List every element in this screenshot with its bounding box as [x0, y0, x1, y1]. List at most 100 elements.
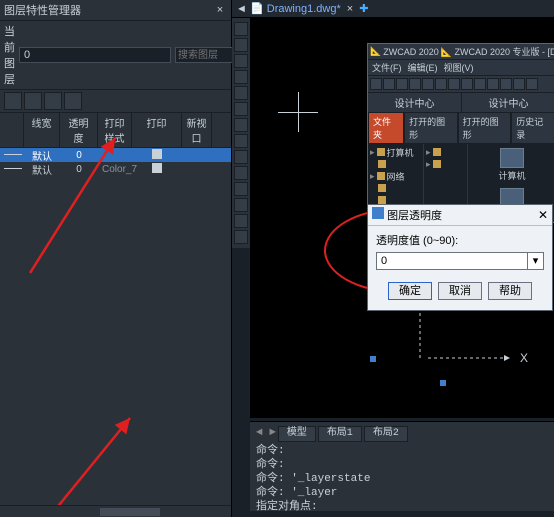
vtool-4[interactable] [234, 70, 248, 84]
panel-titlebar: 图层特性管理器 × [0, 0, 231, 21]
ztb[interactable] [513, 78, 525, 90]
folder-icon [378, 160, 386, 168]
cancel-button[interactable]: 取消 [438, 282, 482, 300]
col-newvp[interactable]: 新视口 [182, 113, 212, 147]
palette-tabs: 文件夹 打开的图形 打开的图形 历史记录 [368, 112, 554, 144]
line-swatch [4, 154, 22, 155]
zwin-toolbar [368, 76, 554, 93]
vtool-5[interactable] [234, 86, 248, 100]
col-transparency[interactable]: 透明度 [60, 113, 98, 147]
ztb[interactable] [474, 78, 486, 90]
filter-btn-3[interactable] [44, 92, 62, 110]
subtab-open2[interactable]: 打开的图形 [458, 112, 512, 144]
tab-model[interactable]: 模型 [278, 426, 316, 442]
cell-transparency: 0 [60, 164, 98, 175]
vtool-8[interactable] [234, 134, 248, 148]
ztb[interactable] [448, 78, 460, 90]
layer-toolbar: 当前图层 ⚙ [0, 21, 231, 90]
drawing-canvas[interactable]: 📐 ZWCAD 2020 📐 ZWCAD 2020 专业版 - [Drawing… [250, 18, 554, 418]
horizontal-scrollbar[interactable] [0, 505, 231, 517]
col-blank[interactable] [0, 113, 24, 147]
vtool-1[interactable] [234, 22, 248, 36]
cell-weight: 默认 [24, 148, 60, 163]
vtool-10[interactable] [234, 166, 248, 180]
grip-handle[interactable] [440, 380, 446, 386]
palette-title-2: 设计中心 [462, 93, 554, 112]
computer-icon [500, 148, 524, 168]
current-layer-combo[interactable] [19, 47, 171, 63]
cell-transparency: 0 [60, 150, 98, 161]
zwin-titlebar[interactable]: 📐 ZWCAD 2020 📐 ZWCAD 2020 专业版 - [Drawing… [368, 44, 554, 60]
ztb[interactable] [370, 78, 382, 90]
vtool-13[interactable] [234, 214, 248, 228]
table-row[interactable]: 默认 0 [0, 148, 231, 162]
grip-handle[interactable] [370, 356, 376, 362]
ztb[interactable] [500, 78, 512, 90]
x-axis-label: X [520, 351, 528, 365]
vtool-14[interactable] [234, 230, 248, 244]
dropdown-icon[interactable]: ▾ [527, 253, 543, 269]
scrollbar-thumb[interactable] [100, 508, 160, 516]
vtool-3[interactable] [234, 54, 248, 68]
menu-edit[interactable]: 编辑(E) [408, 61, 438, 74]
subtab-open[interactable]: 打开的图形 [404, 112, 458, 144]
dialog-icon [372, 207, 384, 219]
tab-layout1[interactable]: 布局1 [318, 426, 362, 442]
filter-btn-4[interactable] [64, 92, 82, 110]
menu-file[interactable]: 文件(F) [372, 61, 402, 74]
cmd-line: 命令: '_layer [256, 486, 548, 500]
layer-transparency-dialog: 图层透明度 ✕ 透明度值 (0~90): ▾ 确定 取消 帮助 [367, 204, 553, 311]
dialog-titlebar[interactable]: 图层透明度 ✕ [368, 205, 552, 226]
filter-btn-1[interactable] [4, 92, 22, 110]
table-row[interactable]: 默认 0 Color_7 [0, 162, 231, 176]
folder-icon [433, 148, 441, 156]
ztb[interactable] [435, 78, 447, 90]
vtool-7[interactable] [234, 118, 248, 132]
close-icon[interactable]: × [213, 3, 227, 17]
ztb[interactable] [461, 78, 473, 90]
crosshair-cursor [278, 92, 318, 132]
layer-properties-panel: 图层特性管理器 × 当前图层 ⚙ 线宽 透明度 打印样式 打印 新视口 默认 0 [0, 0, 232, 517]
subtab-folder[interactable]: 文件夹 [368, 112, 404, 144]
vtool-12[interactable] [234, 198, 248, 212]
vtool-9[interactable] [234, 150, 248, 164]
tab-layout2[interactable]: 布局2 [364, 426, 408, 442]
ztb[interactable] [409, 78, 421, 90]
zwin-menubar: 文件(F) 编辑(E) 视图(V) [368, 60, 554, 76]
vertical-toolbar [232, 18, 250, 248]
col-lineweight[interactable]: 线宽 [24, 113, 60, 147]
palette-header: 设计中心 设计中心 [368, 93, 554, 112]
help-button[interactable]: 帮助 [488, 282, 532, 300]
dialog-title: 图层透明度 [387, 210, 442, 222]
ztb[interactable] [487, 78, 499, 90]
thumb-computer[interactable]: 计算机 [498, 148, 525, 182]
ztb[interactable] [383, 78, 395, 90]
vtool-2[interactable] [234, 38, 248, 52]
vtool-11[interactable] [234, 182, 248, 196]
ztb[interactable] [396, 78, 408, 90]
ztb[interactable] [422, 78, 434, 90]
layer-table: 线宽 透明度 打印样式 打印 新视口 默认 0 默认 0 Color_7 [0, 113, 231, 505]
tab-drawing[interactable]: 📄 Drawing1.dwg* [250, 2, 341, 15]
menu-view[interactable]: 视图(V) [444, 61, 474, 74]
command-window[interactable]: ◄ ► 模型 布局1 布局2 命令: 命令: 命令: '_layerstate … [250, 421, 554, 511]
printer-icon [152, 149, 162, 159]
tab-add-icon[interactable]: ✚ [359, 2, 368, 15]
ztb[interactable] [526, 78, 538, 90]
current-layer-label: 当前图层 [4, 23, 15, 87]
tab-close-icon[interactable]: × [347, 3, 353, 15]
col-plotstyle[interactable]: 打印样式 [98, 113, 132, 147]
folder-icon [377, 148, 385, 156]
cmd-line: 命令: [256, 458, 548, 472]
close-icon[interactable]: ✕ [538, 208, 548, 222]
ok-button[interactable]: 确定 [388, 282, 432, 300]
nested-zwcad-window: 📐 ZWCAD 2020 📐 ZWCAD 2020 专业版 - [Drawing… [367, 43, 554, 223]
tab-prev-icon[interactable]: ◄ [236, 3, 247, 15]
filter-btn-2[interactable] [24, 92, 42, 110]
panel-title: 图层特性管理器 [4, 2, 81, 18]
folder-icon [378, 184, 386, 192]
subtab-history[interactable]: 历史记录 [511, 112, 554, 144]
vtool-6[interactable] [234, 102, 248, 116]
col-plot[interactable]: 打印 [132, 113, 182, 147]
transparency-input[interactable] [377, 253, 527, 269]
